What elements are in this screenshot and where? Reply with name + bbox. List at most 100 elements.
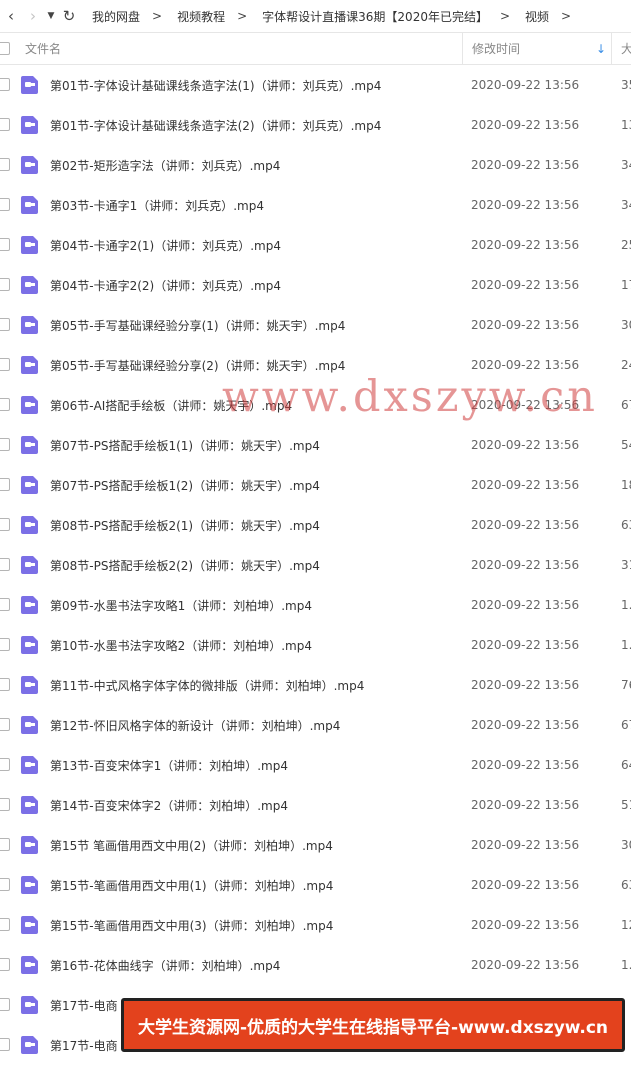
history-dropdown[interactable]: ▼ — [44, 11, 58, 21]
row-checkbox[interactable] — [0, 758, 10, 771]
file-name[interactable]: 第13节-百变宋体字1（讲师：刘柏坤）.mp4 — [50, 757, 288, 774]
file-name[interactable]: 第15节 笔画借用西文中用(2)（讲师：刘柏坤）.mp4 — [50, 837, 333, 854]
file-name[interactable]: 第06节-AI搭配手绘板（讲师：姚天宇）.mp4 — [50, 397, 292, 414]
file-row[interactable]: 第01节-字体设计基础课线条造字法(1)（讲师：刘兵克）.mp4 2020-09-… — [0, 65, 631, 105]
file-name[interactable]: 第05节-手写基础课经验分享(2)（讲师：姚天宇）.mp4 — [50, 357, 345, 374]
file-size: 25 — [621, 238, 631, 252]
file-name[interactable]: 第14节-百变宋体字2（讲师：刘柏坤）.mp4 — [50, 797, 288, 814]
breadcrumb-separator-icon: > — [561, 9, 572, 23]
file-name[interactable]: 第17节-电商 — [50, 997, 118, 1014]
row-checkbox[interactable] — [0, 158, 10, 171]
file-name[interactable]: 第15节-笔画借用西文中用(1)（讲师：刘柏坤）.mp4 — [50, 877, 333, 894]
breadcrumb-item[interactable]: 字体帮设计直播课36期【2020年已完结】 — [262, 8, 488, 25]
file-row[interactable]: 第12节-怀旧风格字体的新设计（讲师：刘柏坤）.mp4 2020-09-22 13… — [0, 705, 631, 745]
column-name[interactable]: 文件名 — [25, 40, 61, 57]
row-checkbox[interactable] — [0, 1038, 10, 1051]
file-name[interactable]: 第15节-笔画借用西文中用(3)（讲师：刘柏坤）.mp4 — [50, 917, 333, 934]
column-size[interactable]: 大 — [621, 40, 631, 57]
column-modified[interactable]: 修改时间 ↓ — [462, 32, 612, 65]
video-file-icon — [21, 756, 38, 774]
file-name[interactable]: 第03节-卡通字1（讲师：刘兵克）.mp4 — [50, 197, 264, 214]
row-checkbox[interactable] — [0, 278, 10, 291]
file-name[interactable]: 第16节-花体曲线字（讲师：刘柏坤）.mp4 — [50, 957, 280, 974]
file-row[interactable]: 第15节 笔画借用西文中用(2)（讲师：刘柏坤）.mp4 2020-09-22 1… — [0, 825, 631, 865]
row-checkbox[interactable] — [0, 198, 10, 211]
file-row[interactable]: 第07节-PS搭配手绘板1(1)（讲师：姚天宇）.mp4 2020-09-22 1… — [0, 425, 631, 465]
file-name[interactable]: 第05节-手写基础课经验分享(1)（讲师：姚天宇）.mp4 — [50, 317, 345, 334]
file-size: 64 — [621, 758, 631, 772]
file-row[interactable]: 第11节-中式风格字体字体的微排版（讲师：刘柏坤）.mp4 2020-09-22 … — [0, 665, 631, 705]
row-checkbox[interactable] — [0, 318, 10, 331]
row-checkbox[interactable] — [0, 118, 10, 131]
row-checkbox[interactable] — [0, 718, 10, 731]
file-name[interactable]: 第17节-电商 — [50, 1037, 118, 1054]
file-row[interactable]: 第15节-笔画借用西文中用(3)（讲师：刘柏坤）.mp4 2020-09-22 1… — [0, 905, 631, 945]
file-row[interactable]: 第13节-百变宋体字1（讲师：刘柏坤）.mp4 2020-09-22 13:56 6… — [0, 745, 631, 785]
file-row[interactable]: 第08节-PS搭配手绘板2(2)（讲师：姚天宇）.mp4 2020-09-22 1… — [0, 545, 631, 585]
file-name[interactable]: 第01节-字体设计基础课线条造字法(2)（讲师：刘兵克）.mp4 — [50, 117, 381, 134]
file-row[interactable]: 第15节-笔画借用西文中用(1)（讲师：刘柏坤）.mp4 2020-09-22 1… — [0, 865, 631, 905]
breadcrumb-item[interactable]: 我的网盘 — [92, 8, 140, 25]
row-checkbox[interactable] — [0, 998, 10, 1011]
file-modified-date: 2020-09-22 13:56 — [471, 558, 580, 572]
file-row[interactable]: 第10节-水墨书法字攻略2（讲师：刘柏坤）.mp4 2020-09-22 13:5… — [0, 625, 631, 665]
row-checkbox[interactable] — [0, 918, 10, 931]
file-size: 1. — [621, 598, 631, 612]
file-row[interactable]: 第09节-水墨书法字攻略1（讲师：刘柏坤）.mp4 2020-09-22 13:5… — [0, 585, 631, 625]
row-checkbox[interactable] — [0, 358, 10, 371]
breadcrumb-item[interactable]: 视频 — [525, 8, 549, 25]
video-file-icon — [21, 676, 38, 694]
file-size: 34 — [621, 198, 631, 212]
row-checkbox[interactable] — [0, 478, 10, 491]
file-row[interactable]: 第14节-百变宋体字2（讲师：刘柏坤）.mp4 2020-09-22 13:56 5… — [0, 785, 631, 825]
row-checkbox[interactable] — [0, 798, 10, 811]
file-row[interactable]: 第07节-PS搭配手绘板1(2)（讲师：姚天宇）.mp4 2020-09-22 1… — [0, 465, 631, 505]
file-row[interactable]: 第16节-花体曲线字（讲师：刘柏坤）.mp4 2020-09-22 13:56 1. — [0, 945, 631, 985]
row-checkbox[interactable] — [0, 78, 10, 91]
file-modified-date: 2020-09-22 13:56 — [471, 358, 580, 372]
forward-button[interactable]: › — [22, 0, 44, 32]
row-checkbox[interactable] — [0, 878, 10, 891]
file-name[interactable]: 第04节-卡通字2(2)（讲师：刘兵克）.mp4 — [50, 277, 281, 294]
file-name[interactable]: 第08节-PS搭配手绘板2(2)（讲师：姚天宇）.mp4 — [50, 557, 320, 574]
file-name[interactable]: 第02节-矩形造字法（讲师：刘兵克）.mp4 — [50, 157, 280, 174]
row-checkbox[interactable] — [0, 238, 10, 251]
promo-banner[interactable]: 大学生资源网-优质的大学生在线指导平台-www.dxszyw.cn — [121, 998, 625, 1052]
file-name[interactable]: 第07节-PS搭配手绘板1(1)（讲师：姚天宇）.mp4 — [50, 437, 320, 454]
file-row[interactable]: 第01节-字体设计基础课线条造字法(2)（讲师：刘兵克）.mp4 2020-09-… — [0, 105, 631, 145]
file-size: 13 — [621, 118, 631, 132]
back-button[interactable]: ‹ — [0, 0, 22, 32]
file-name[interactable]: 第04节-卡通字2(1)（讲师：刘兵克）.mp4 — [50, 237, 281, 254]
row-checkbox[interactable] — [0, 598, 10, 611]
file-name[interactable]: 第07节-PS搭配手绘板1(2)（讲师：姚天宇）.mp4 — [50, 477, 320, 494]
file-size: 24 — [621, 358, 631, 372]
file-row[interactable]: 第08节-PS搭配手绘板2(1)（讲师：姚天宇）.mp4 2020-09-22 1… — [0, 505, 631, 545]
file-name[interactable]: 第09节-水墨书法字攻略1（讲师：刘柏坤）.mp4 — [50, 597, 312, 614]
file-row[interactable]: 第05节-手写基础课经验分享(1)（讲师：姚天宇）.mp4 2020-09-22 … — [0, 305, 631, 345]
row-checkbox[interactable] — [0, 958, 10, 971]
file-name[interactable]: 第12节-怀旧风格字体的新设计（讲师：刘柏坤）.mp4 — [50, 717, 340, 734]
file-row[interactable]: 第02节-矩形造字法（讲师：刘兵克）.mp4 2020-09-22 13:56 34 — [0, 145, 631, 185]
row-checkbox[interactable] — [0, 638, 10, 651]
file-name[interactable]: 第10节-水墨书法字攻略2（讲师：刘柏坤）.mp4 — [50, 637, 312, 654]
file-name[interactable]: 第11节-中式风格字体字体的微排版（讲师：刘柏坤）.mp4 — [50, 677, 364, 694]
row-checkbox[interactable] — [0, 518, 10, 531]
file-row[interactable]: 第04节-卡通字2(1)（讲师：刘兵克）.mp4 2020-09-22 13:56… — [0, 225, 631, 265]
file-modified-date: 2020-09-22 13:56 — [471, 318, 580, 332]
video-file-icon — [21, 76, 38, 94]
file-row[interactable]: 第06节-AI搭配手绘板（讲师：姚天宇）.mp4 2020-09-22 13:56… — [0, 385, 631, 425]
refresh-button[interactable]: ↻ — [58, 0, 80, 32]
select-all-checkbox[interactable] — [0, 42, 10, 55]
file-modified-date: 2020-09-22 13:56 — [471, 718, 580, 732]
file-row[interactable]: 第05节-手写基础课经验分享(2)（讲师：姚天宇）.mp4 2020-09-22 … — [0, 345, 631, 385]
row-checkbox[interactable] — [0, 398, 10, 411]
breadcrumb-item[interactable]: 视频教程 — [177, 8, 225, 25]
row-checkbox[interactable] — [0, 558, 10, 571]
row-checkbox[interactable] — [0, 838, 10, 851]
file-row[interactable]: 第03节-卡通字1（讲师：刘兵克）.mp4 2020-09-22 13:56 34 — [0, 185, 631, 225]
row-checkbox[interactable] — [0, 438, 10, 451]
file-name[interactable]: 第01节-字体设计基础课线条造字法(1)（讲师：刘兵克）.mp4 — [50, 77, 381, 94]
file-name[interactable]: 第08节-PS搭配手绘板2(1)（讲师：姚天宇）.mp4 — [50, 517, 320, 534]
row-checkbox[interactable] — [0, 678, 10, 691]
file-row[interactable]: 第04节-卡通字2(2)（讲师：刘兵克）.mp4 2020-09-22 13:56… — [0, 265, 631, 305]
